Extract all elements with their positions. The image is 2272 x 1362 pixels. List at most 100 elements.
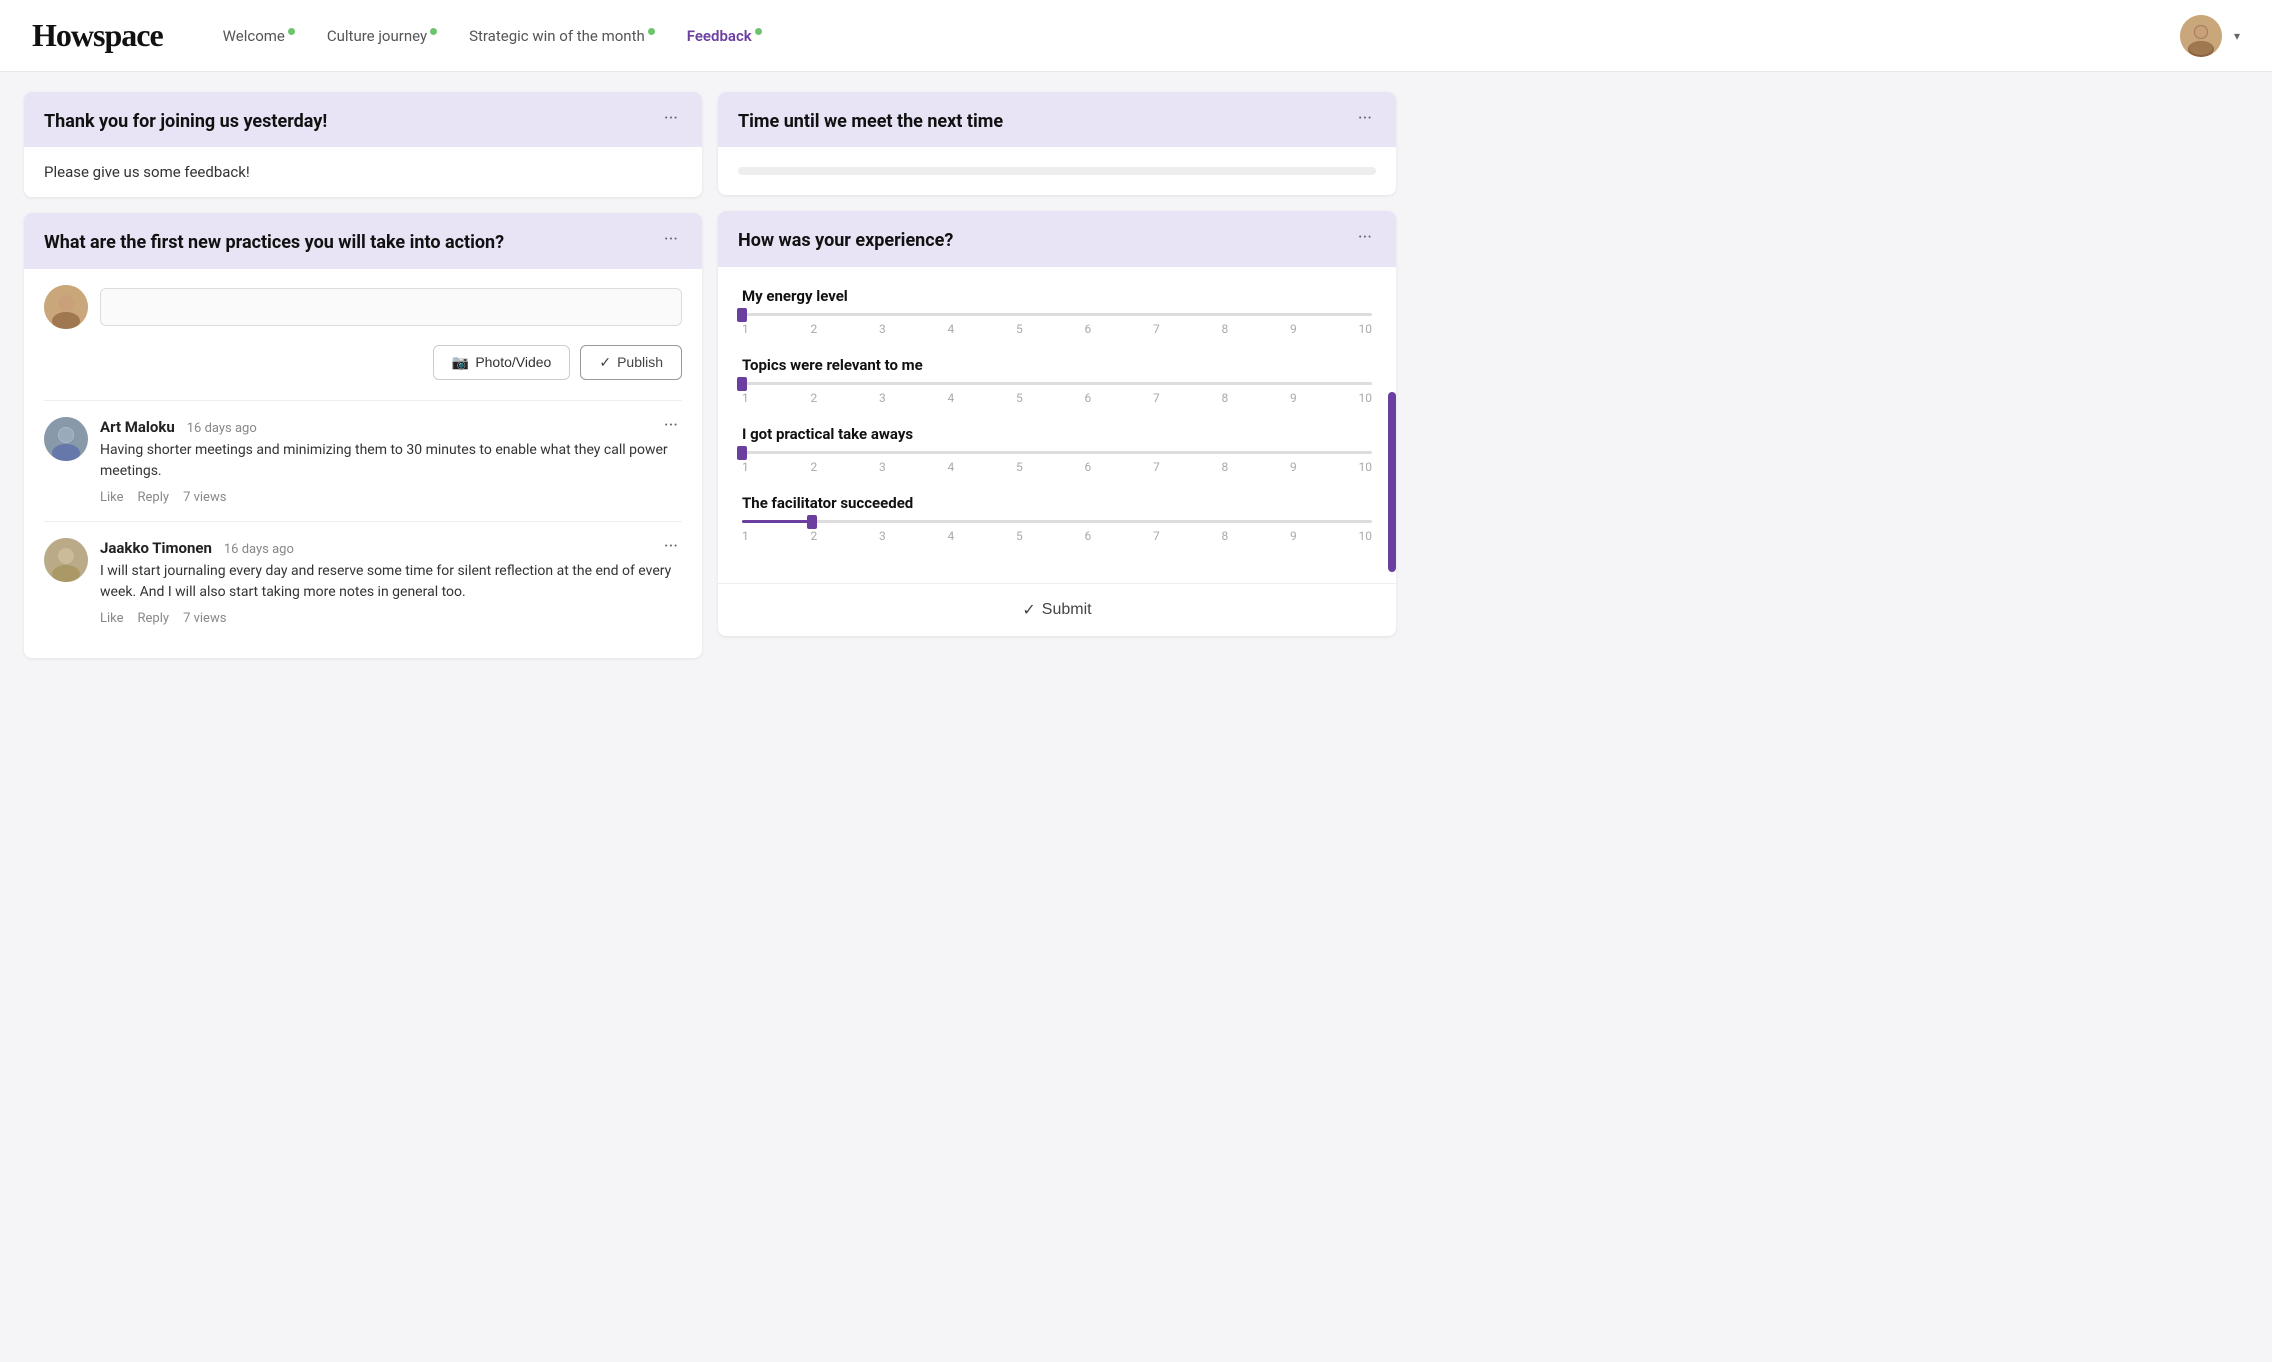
slider-track-2 [742, 451, 1372, 454]
comment-1-views: 7 views [183, 490, 226, 505]
user-menu-chevron[interactable]: ▾ [2234, 29, 2240, 43]
comment-2-like[interactable]: Like [100, 611, 124, 626]
comment-1-time: 16 days ago [187, 421, 257, 436]
practices-body: 📷 Photo/Video ✓ Publish [24, 269, 702, 658]
nav-dot-culture [430, 28, 437, 35]
time-card-title: Time until we meet the next time [738, 110, 1346, 133]
slider-group-3: The facilitator succeeded 12345678910 [742, 494, 1372, 543]
comment-1-content: Art Maloku 16 days ago ··· Having shorte… [100, 417, 682, 505]
check-icon: ✓ [599, 354, 611, 371]
slider-group-1: Topics were relevant to me 12345678910 [742, 356, 1372, 405]
slider-label-0: My energy level [742, 287, 1372, 305]
practices-card: What are the first new practices you wil… [24, 213, 702, 657]
publish-button[interactable]: ✓ Publish [580, 345, 682, 380]
action-buttons: 📷 Photo/Video ✓ Publish [44, 345, 682, 380]
slider-track-3 [742, 520, 1372, 523]
thank-you-header: Thank you for joining us yesterday! ··· [24, 92, 702, 147]
comment-2-text: I will start journaling every day and re… [100, 561, 682, 603]
thank-you-text: Please give us some feedback! [44, 163, 682, 181]
nav-culture-journey[interactable]: Culture journey [327, 27, 437, 45]
thank-you-title: Thank you for joining us yesterday! [44, 110, 652, 133]
experience-card: How was your experience? ··· My energy l… [718, 211, 1396, 635]
submit-check-icon: ✓ [1022, 600, 1035, 620]
nav-right: ▾ [2180, 15, 2240, 57]
slider-track-row-3[interactable] [742, 520, 1372, 523]
photo-video-button[interactable]: 📷 Photo/Video [433, 345, 570, 380]
time-progress-bar [738, 167, 1376, 175]
comment-2-actions: Like Reply 7 views [100, 611, 682, 626]
slider-numbers-1: 12345678910 [742, 391, 1372, 405]
nav-dot-welcome [288, 28, 295, 35]
practices-header: What are the first new practices you wil… [24, 213, 702, 268]
comment-2-content: Jaakko Timonen 16 days ago ··· I will st… [100, 538, 682, 626]
slider-thumb-2[interactable] [737, 446, 747, 460]
slider-group-0: My energy level 12345678910 [742, 287, 1372, 336]
comment-2-author: Jaakko Timonen [100, 539, 212, 557]
practices-menu[interactable]: ··· [660, 231, 682, 249]
comment-2-menu[interactable]: ··· [660, 538, 682, 556]
slider-fill-3 [742, 520, 812, 523]
comment-1-menu[interactable]: ··· [660, 417, 682, 435]
current-user-avatar [44, 285, 88, 329]
nav-dot-strategic [648, 28, 655, 35]
slider-numbers-2: 12345678910 [742, 460, 1372, 474]
submit-row: ✓ Submit [718, 583, 1396, 636]
slider-thumb-1[interactable] [737, 377, 747, 391]
thank-you-menu[interactable]: ··· [660, 110, 682, 128]
comment-1-header: Art Maloku 16 days ago ··· [100, 417, 682, 436]
user-avatar[interactable] [2180, 15, 2222, 57]
right-column: Time until we meet the next time ··· How… [718, 92, 1396, 658]
slider-track-row-1[interactable] [742, 382, 1372, 385]
comment-2-views: 7 views [183, 611, 226, 626]
time-card-header: Time until we meet the next time ··· [718, 92, 1396, 147]
camera-icon: 📷 [452, 354, 469, 371]
left-column: Thank you for joining us yesterday! ··· … [24, 92, 702, 658]
time-card-menu[interactable]: ··· [1354, 110, 1376, 128]
experience-menu[interactable]: ··· [1354, 229, 1376, 247]
nav-feedback[interactable]: Feedback [687, 27, 762, 45]
experience-body: My energy level12345678910Topics were re… [718, 267, 1396, 583]
submit-button[interactable]: ✓ Submit [1022, 600, 1091, 620]
comment-input-row [44, 285, 682, 329]
comment-2-avatar [44, 538, 88, 582]
experience-header: How was your experience? ··· [718, 211, 1396, 266]
thank-you-card: Thank you for joining us yesterday! ··· … [24, 92, 702, 197]
slider-track-0 [742, 313, 1372, 316]
logo[interactable]: Howspace [32, 17, 163, 54]
slider-track-1 [742, 382, 1372, 385]
slider-track-row-2[interactable] [742, 451, 1372, 454]
time-card: Time until we meet the next time ··· [718, 92, 1396, 195]
navbar: Howspace Welcome Culture journey Strateg… [0, 0, 2272, 72]
comment-input-field[interactable] [100, 288, 682, 326]
slider-label-1: Topics were relevant to me [742, 356, 1372, 374]
comment-1-text: Having shorter meetings and minimizing t… [100, 440, 682, 482]
slider-label-2: I got practical take aways [742, 425, 1372, 443]
comment-1-like[interactable]: Like [100, 490, 124, 505]
time-card-body [718, 147, 1396, 195]
slider-track-row-0[interactable] [742, 313, 1372, 316]
slider-numbers-0: 12345678910 [742, 322, 1372, 336]
comment-1-reply[interactable]: Reply [138, 490, 170, 505]
nav-strategic-win[interactable]: Strategic win of the month [469, 27, 655, 45]
comment-1-author: Art Maloku [100, 418, 175, 436]
scroll-indicator[interactable] [1388, 392, 1396, 572]
main-content: Thank you for joining us yesterday! ··· … [0, 72, 1420, 678]
slider-thumb-3[interactable] [807, 515, 817, 529]
comment-2: Jaakko Timonen 16 days ago ··· I will st… [44, 521, 682, 642]
slider-label-3: The facilitator succeeded [742, 494, 1372, 512]
thank-you-body: Please give us some feedback! [24, 147, 702, 197]
nav-dot-feedback [755, 28, 762, 35]
nav-welcome[interactable]: Welcome [223, 27, 295, 45]
slider-thumb-0[interactable] [737, 308, 747, 322]
practices-title: What are the first new practices you wil… [44, 231, 652, 254]
comment-1-actions: Like Reply 7 views [100, 490, 682, 505]
comment-2-time: 16 days ago [224, 542, 294, 557]
experience-title: How was your experience? [738, 229, 1346, 252]
nav-links: Welcome Culture journey Strategic win of… [223, 27, 2140, 45]
comment-1: Art Maloku 16 days ago ··· Having shorte… [44, 400, 682, 521]
comment-2-header: Jaakko Timonen 16 days ago ··· [100, 538, 682, 557]
comment-1-avatar [44, 417, 88, 461]
slider-numbers-3: 12345678910 [742, 529, 1372, 543]
slider-group-2: I got practical take aways 12345678910 [742, 425, 1372, 474]
comment-2-reply[interactable]: Reply [138, 611, 170, 626]
